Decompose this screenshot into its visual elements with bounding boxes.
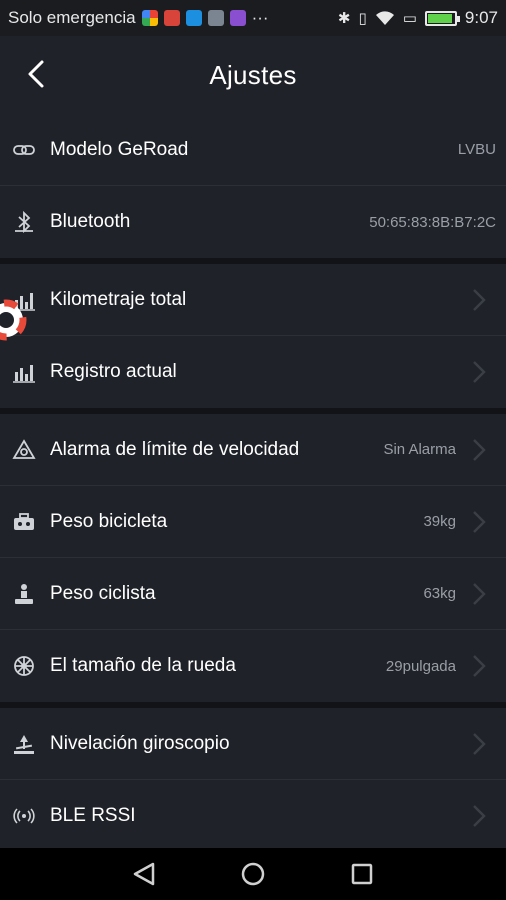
- nav-home-button[interactable]: [233, 854, 273, 894]
- system-nav-bar: [0, 848, 506, 900]
- row-label: Bluetooth: [50, 211, 131, 232]
- signal-icon: [12, 804, 36, 828]
- clock-text: 9:07: [464, 8, 498, 27]
- row-current-record[interactable]: Registro actual: [0, 336, 506, 408]
- row-label: Peso ciclista: [50, 582, 156, 604]
- video-notification-icon: [229, 10, 246, 26]
- row-label: BLE RSSI: [50, 805, 136, 826]
- row-label: Nivelación giroscopio: [50, 732, 230, 754]
- bar-chart-icon: [12, 360, 36, 384]
- row-model[interactable]: Modelo GeRoad LVBU: [0, 114, 506, 186]
- row-bike-weight[interactable]: Peso bicicleta 39kg: [0, 486, 506, 558]
- row-gyroscope[interactable]: Nivelación giroscopio: [0, 708, 506, 780]
- row-label: Registro actual: [50, 361, 177, 382]
- chevron-right-icon: [473, 805, 486, 827]
- speed-alarm-icon: [12, 438, 36, 462]
- chevron-right-icon: [473, 655, 486, 677]
- row-value: 29pulgada: [385, 657, 456, 675]
- wheel-icon: [12, 654, 36, 678]
- bike-weight-icon: [12, 510, 36, 534]
- rider-weight-icon: [12, 582, 36, 606]
- row-label: El tamaño de la rueda: [50, 655, 236, 676]
- row-rider-weight[interactable]: Peso ciclista 63kg: [0, 558, 506, 630]
- carrier-text: Solo emergencia: [8, 8, 136, 27]
- bluetooth-status-icon: ✱: [337, 10, 351, 27]
- row-wheel-size[interactable]: El tamaño de la rueda 29pulgada: [0, 630, 506, 702]
- nav-back-button[interactable]: [124, 854, 164, 894]
- nav-recents-button[interactable]: [342, 854, 382, 894]
- more-notifications-icon: ···: [251, 8, 269, 27]
- settings-list: Modelo GeRoad LVBU Bluetooth 50:65:83:8B…: [0, 114, 506, 852]
- vibrate-icon: ▯: [358, 10, 367, 27]
- app-notification-icon: [185, 10, 202, 26]
- chevron-right-icon: [473, 361, 486, 383]
- row-label: Kilometraje total: [50, 288, 187, 310]
- home-notification-icon: [163, 10, 180, 26]
- back-button[interactable]: [16, 54, 56, 94]
- chevron-right-icon: [473, 583, 486, 605]
- row-total-mileage[interactable]: Kilometraje total: [0, 264, 506, 336]
- back-arrow-icon: [28, 60, 44, 88]
- status-bar: Solo emergencia ··· ✱ ▯ ▭ 9:07: [0, 0, 506, 36]
- gyroscope-icon: [12, 732, 36, 756]
- row-value: 50:65:83:8B:B7:2C: [369, 213, 496, 231]
- app-header: Ajustes: [0, 36, 506, 114]
- sim-icon: ▭: [402, 10, 417, 27]
- row-value: 39kg: [423, 513, 456, 530]
- chevron-right-icon: [473, 439, 486, 461]
- row-value: Sin Alarma: [383, 441, 456, 458]
- link-icon: [12, 138, 36, 162]
- row-bluetooth[interactable]: Bluetooth 50:65:83:8B:B7:2C: [0, 186, 506, 258]
- row-value: 63kg: [423, 585, 456, 602]
- battery-icon: [424, 10, 460, 26]
- row-ble-rssi[interactable]: BLE RSSI: [0, 780, 506, 852]
- home-circle-icon: [241, 862, 265, 886]
- page-title: Ajustes: [209, 59, 297, 90]
- bluetooth-icon: [12, 210, 36, 234]
- row-value: LVBU: [457, 141, 496, 158]
- gallery-notification-icon: [207, 10, 224, 26]
- wifi-icon: [375, 11, 394, 25]
- row-label: Peso bicicleta: [50, 510, 168, 532]
- chevron-right-icon: [473, 733, 486, 755]
- chevron-right-icon: [473, 289, 486, 311]
- photos-notification-icon: [141, 10, 158, 26]
- chevron-right-icon: [473, 511, 486, 533]
- back-triangle-icon: [134, 862, 155, 886]
- floating-assist-icon[interactable]: [0, 297, 30, 343]
- row-label: Alarma de límite de velocidad: [50, 438, 300, 460]
- row-speed-alarm[interactable]: Alarma de límite de velocidad Sin Alarma: [0, 414, 506, 486]
- recents-square-icon: [351, 863, 372, 885]
- row-label: Modelo GeRoad: [50, 138, 189, 160]
